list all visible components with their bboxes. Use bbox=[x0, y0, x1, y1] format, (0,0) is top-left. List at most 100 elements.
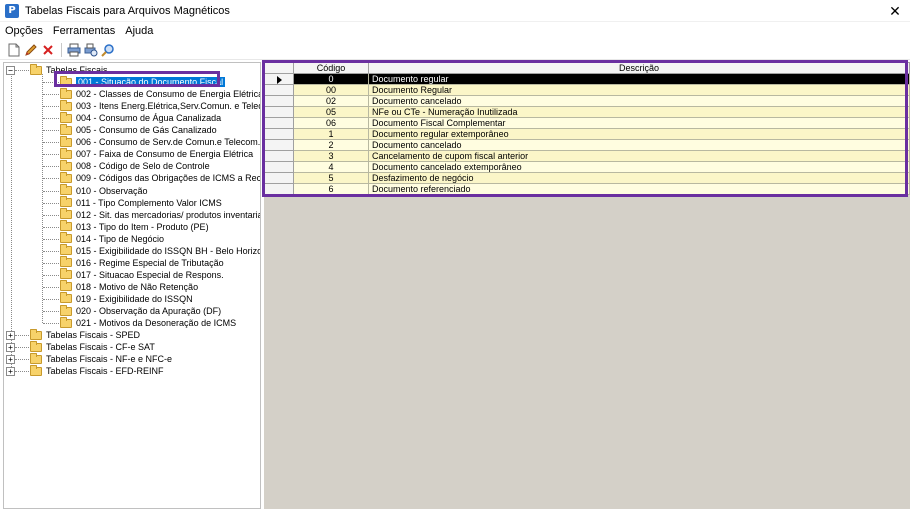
tree-node-item[interactable]: 019 - Exigibilidade do ISSQN bbox=[60, 292, 193, 305]
cell-codigo[interactable]: 05 bbox=[293, 106, 369, 118]
new-document-icon bbox=[8, 43, 20, 56]
column-header-descricao[interactable]: Descrição bbox=[368, 62, 910, 74]
cell-codigo[interactable]: 5 bbox=[293, 172, 369, 184]
cell-descricao[interactable]: Documento cancelado bbox=[368, 139, 910, 151]
tree-node-item[interactable]: 007 - Faixa de Consumo de Energia Elétri… bbox=[60, 147, 253, 160]
folder-icon bbox=[60, 292, 72, 304]
tree-node-item[interactable]: 011 - Tipo Complemento Valor ICMS bbox=[60, 196, 222, 209]
data-grid[interactable]: Código Descrição 0 Documento regular 00 Doc… bbox=[264, 62, 910, 195]
cell-codigo[interactable]: 00 bbox=[293, 84, 369, 96]
cell-descricao[interactable]: Documento Regular bbox=[368, 84, 910, 96]
menu-opcoes[interactable]: Opções bbox=[0, 25, 47, 37]
cell-codigo[interactable]: 02 bbox=[293, 95, 369, 107]
print-button[interactable] bbox=[66, 42, 82, 58]
cell-codigo[interactable]: 6 bbox=[293, 183, 369, 195]
grid-row[interactable]: 1 Documento regular extemporâneo bbox=[264, 128, 910, 140]
cell-codigo[interactable]: 0 bbox=[293, 73, 369, 85]
delete-button[interactable] bbox=[40, 42, 56, 58]
cell-codigo[interactable]: 2 bbox=[293, 139, 369, 151]
grid-row[interactable]: 3 Cancelamento de cupom fiscal anterior bbox=[264, 150, 910, 162]
tree-node-item[interactable]: 010 - Observação bbox=[60, 184, 148, 197]
folder-icon bbox=[60, 196, 72, 208]
tree-node-item[interactable]: 003 - Itens Energ.Elétrica,Serv.Comun. e… bbox=[60, 99, 260, 112]
row-indicator[interactable] bbox=[264, 161, 294, 173]
row-indicator[interactable] bbox=[264, 150, 294, 162]
tree-node-root[interactable]: Tabelas Fiscais - EFD-REINF bbox=[30, 364, 164, 377]
edit-pencil-icon bbox=[25, 43, 37, 56]
grid-row[interactable]: 05 NFe ou CTe - Numeração Inutilizada bbox=[264, 106, 910, 118]
row-indicator[interactable] bbox=[264, 128, 294, 140]
grid-row[interactable]: 06 Documento Fiscal Complementar bbox=[264, 117, 910, 129]
cell-descricao[interactable]: Documento cancelado extemporâneo bbox=[368, 161, 910, 173]
cell-descricao[interactable]: Documento regular bbox=[368, 73, 910, 85]
tree-node-item[interactable]: 020 - Observação da Apuração (DF) bbox=[60, 304, 221, 317]
tree-expander-icon[interactable]: + bbox=[6, 330, 15, 340]
row-indicator[interactable] bbox=[264, 73, 294, 85]
row-indicator[interactable] bbox=[264, 106, 294, 118]
tree-node-root[interactable]: Tabelas Fiscais - CF-e SAT bbox=[30, 340, 155, 353]
current-row-arrow-icon bbox=[276, 75, 282, 84]
tree-node-item[interactable]: 012 - Sit. das mercadorias/ produtos inv… bbox=[60, 208, 260, 221]
tree-panel[interactable]: Tabelas Fiscais −001 - Situação do Docume… bbox=[3, 62, 261, 509]
grid-row[interactable]: 0 Documento regular bbox=[264, 73, 910, 85]
row-indicator[interactable] bbox=[264, 95, 294, 107]
grid-row[interactable]: 4 Documento cancelado extemporâneo bbox=[264, 161, 910, 173]
cell-descricao[interactable]: Documento cancelado bbox=[368, 95, 910, 107]
tree-node-label: 017 - Situacao Especial de Respons. bbox=[76, 269, 224, 280]
tree-node-item[interactable]: 001 - Situação do Documento Fiscal bbox=[60, 75, 226, 88]
edit-button[interactable] bbox=[23, 42, 39, 58]
tree-node-label: Tabelas Fiscais - NF-e e NFC-e bbox=[46, 354, 173, 365]
tree-expander-icon[interactable]: + bbox=[6, 354, 15, 364]
tree-node-item[interactable]: 002 - Classes de Consumo de Energia Elét… bbox=[60, 87, 260, 100]
tree-connector bbox=[43, 262, 59, 264]
tree-node-item[interactable]: 017 - Situacao Especial de Respons. bbox=[60, 268, 224, 281]
cell-codigo[interactable]: 1 bbox=[293, 128, 369, 140]
cell-descricao[interactable]: Documento referenciado bbox=[368, 183, 910, 195]
row-indicator[interactable] bbox=[264, 139, 294, 151]
tree-node-label: 010 - Observação bbox=[76, 185, 148, 196]
search-button[interactable] bbox=[100, 42, 116, 58]
row-indicator[interactable] bbox=[264, 117, 294, 129]
tree-node-item[interactable]: 014 - Tipo de Negócio bbox=[60, 232, 164, 245]
tree-expander-icon[interactable]: + bbox=[6, 342, 15, 352]
folder-icon bbox=[60, 280, 72, 292]
column-header-codigo[interactable]: Código bbox=[293, 62, 369, 74]
tree-node-root[interactable]: Tabelas Fiscais - NF-e e NFC-e bbox=[30, 352, 173, 365]
cell-descricao[interactable]: Documento Fiscal Complementar bbox=[368, 117, 910, 129]
tree-connector bbox=[43, 142, 59, 144]
row-indicator[interactable] bbox=[264, 84, 294, 96]
tree-node-item[interactable]: 005 - Consumo de Gás Canalizado bbox=[60, 123, 217, 136]
grid-row[interactable]: 00 Documento Regular bbox=[264, 84, 910, 96]
tree-node-item[interactable]: 015 - Exigibilidade do ISSQN BH - Belo H… bbox=[60, 244, 260, 257]
row-indicator[interactable] bbox=[264, 172, 294, 184]
tree-node-item[interactable]: 018 - Motivo de Não Retenção bbox=[60, 280, 198, 293]
tree-node-item[interactable]: 008 - Código de Selo de Controle bbox=[60, 159, 210, 172]
tree-connector bbox=[43, 298, 59, 300]
close-button[interactable]: ✕ bbox=[886, 2, 904, 20]
cell-descricao[interactable]: NFe ou CTe - Numeração Inutilizada bbox=[368, 106, 910, 118]
tree-node-item[interactable]: 021 - Motivos da Desoneração de ICMS bbox=[60, 316, 236, 329]
menu-ferramentas[interactable]: Ferramentas bbox=[48, 25, 119, 37]
menu-ajuda[interactable]: Ajuda bbox=[120, 25, 157, 37]
cell-codigo[interactable]: 3 bbox=[293, 150, 369, 162]
cell-codigo[interactable]: 4 bbox=[293, 161, 369, 173]
tree-node-root[interactable]: Tabelas Fiscais - SPED bbox=[30, 328, 140, 341]
cell-codigo[interactable]: 06 bbox=[293, 117, 369, 129]
tree-expander-icon[interactable]: + bbox=[6, 366, 15, 376]
grid-row[interactable]: 5 Desfazimento de negócio bbox=[264, 172, 910, 184]
cell-descricao[interactable]: Cancelamento de cupom fiscal anterior bbox=[368, 150, 910, 162]
grid-row[interactable]: 02 Documento cancelado bbox=[264, 95, 910, 107]
tree-node-item[interactable]: 013 - Tipo do Item - Produto (PE) bbox=[60, 220, 209, 233]
tree-node-item[interactable]: 016 - Regime Especial de Tributação bbox=[60, 256, 224, 269]
tree-node-item[interactable]: 006 - Consumo de Serv.de Comun.e Telecom… bbox=[60, 135, 260, 148]
grid-row[interactable]: 6 Documento referenciado bbox=[264, 183, 910, 195]
tree-node-item[interactable]: 004 - Consumo de Água Canalizada bbox=[60, 111, 221, 124]
grid-row[interactable]: 2 Documento cancelado bbox=[264, 139, 910, 151]
new-button[interactable] bbox=[6, 42, 22, 58]
cell-descricao[interactable]: Documento regular extemporâneo bbox=[368, 128, 910, 140]
folder-icon bbox=[60, 75, 72, 87]
tree-node-item[interactable]: 009 - Códigos das Obrigações de ICMS a R… bbox=[60, 171, 260, 184]
cell-descricao[interactable]: Desfazimento de negócio bbox=[368, 172, 910, 184]
row-indicator[interactable] bbox=[264, 183, 294, 195]
print-preview-button[interactable] bbox=[83, 42, 99, 58]
